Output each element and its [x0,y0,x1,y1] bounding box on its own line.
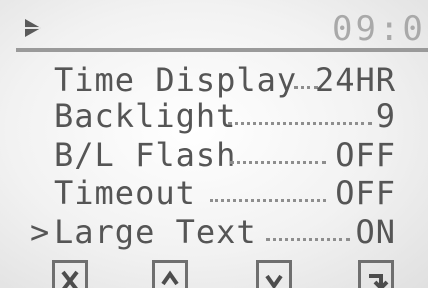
up-arrow-icon [161,270,179,286]
leader-dots [210,199,326,202]
enter-icon [369,274,389,288]
down-button[interactable] [256,260,292,288]
cancel-button[interactable] [52,260,88,288]
menu-item-value: 9 [375,97,396,135]
menu-item-label: Large Text [54,213,257,251]
menu-item-bl-flash[interactable]: B/L Flash OFF [30,137,396,173]
down-arrow-icon [265,274,283,288]
status-bar: 09:00 [16,8,428,52]
up-button[interactable] [152,260,188,288]
enter-button[interactable] [358,260,394,288]
lcd-screen: 09:00 Time Display 24HR Backlight 9 B/L … [0,0,428,288]
menu-item-value: OFF [335,136,396,174]
menu-item-label: Time Display [54,61,298,99]
clock-time: 09:00 [332,9,428,49]
menu-item-timeout[interactable]: Timeout OFF [30,175,396,211]
menu-item-label: Backlight [54,97,237,135]
menu-item-large-text[interactable]: > Large Text ON [30,214,396,250]
play-arrow-icon [25,19,41,37]
leader-dots [228,122,372,125]
menu-item-backlight[interactable]: Backlight 9 [30,98,396,134]
menu-item-value: OFF [335,174,396,212]
leader-dots [266,238,350,241]
cancel-icon [61,270,79,288]
selection-cursor: > [30,213,51,251]
leader-dots [230,161,326,164]
menu-item-time-display[interactable]: Time Display 24HR [30,62,396,98]
menu-item-label: B/L Flash [54,136,237,174]
menu-item-value: ON [355,213,396,251]
menu-item-value: 24HR [314,61,396,99]
menu-item-label: Timeout [54,174,196,212]
